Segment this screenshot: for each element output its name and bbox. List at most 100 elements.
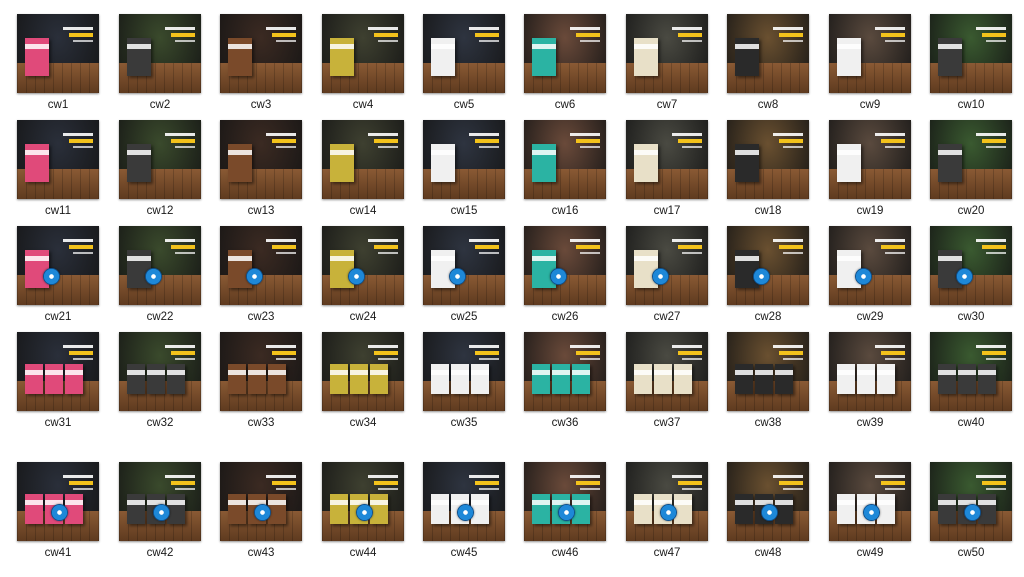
file-item[interactable]: cw7 [624, 14, 710, 114]
file-item[interactable]: cw33 [218, 332, 304, 432]
file-item[interactable]: cw47 [624, 462, 710, 562]
file-item[interactable]: cw19 [827, 120, 913, 220]
image-thumbnail[interactable] [524, 120, 606, 199]
image-thumbnail[interactable] [524, 332, 606, 411]
image-thumbnail[interactable] [626, 462, 708, 541]
image-thumbnail[interactable] [930, 120, 1012, 199]
file-item[interactable]: cw50 [928, 462, 1014, 562]
image-thumbnail[interactable] [829, 462, 911, 541]
image-thumbnail[interactable] [423, 462, 505, 541]
image-thumbnail[interactable] [119, 462, 201, 541]
file-item[interactable]: cw32 [117, 332, 203, 432]
image-thumbnail[interactable] [626, 14, 708, 93]
file-item[interactable]: cw49 [827, 462, 913, 562]
file-item[interactable]: cw28 [725, 226, 811, 326]
file-item[interactable]: cw8 [725, 14, 811, 114]
image-thumbnail[interactable] [829, 14, 911, 93]
image-thumbnail[interactable] [322, 14, 404, 93]
image-thumbnail[interactable] [626, 332, 708, 411]
file-item[interactable]: cw45 [421, 462, 507, 562]
file-item[interactable]: cw14 [320, 120, 406, 220]
file-item[interactable]: cw2 [117, 14, 203, 114]
file-item[interactable]: cw13 [218, 120, 304, 220]
image-thumbnail[interactable] [626, 226, 708, 305]
file-item[interactable]: cw37 [624, 332, 710, 432]
image-thumbnail[interactable] [423, 226, 505, 305]
image-thumbnail[interactable] [423, 332, 505, 411]
image-thumbnail[interactable] [930, 226, 1012, 305]
image-thumbnail[interactable] [829, 226, 911, 305]
image-thumbnail[interactable] [727, 462, 809, 541]
image-thumbnail[interactable] [524, 226, 606, 305]
file-item[interactable]: cw41 [15, 462, 101, 562]
image-thumbnail[interactable] [17, 332, 99, 411]
image-thumbnail[interactable] [17, 226, 99, 305]
file-item[interactable]: cw1 [15, 14, 101, 114]
image-thumbnail[interactable] [220, 120, 302, 199]
file-item[interactable]: cw36 [522, 332, 608, 432]
image-thumbnail[interactable] [930, 14, 1012, 93]
file-item[interactable]: cw44 [320, 462, 406, 562]
image-thumbnail[interactable] [727, 332, 809, 411]
image-thumbnail[interactable] [119, 332, 201, 411]
file-item[interactable]: cw27 [624, 226, 710, 326]
image-thumbnail[interactable] [17, 120, 99, 199]
image-thumbnail[interactable] [829, 120, 911, 199]
file-item[interactable]: cw20 [928, 120, 1014, 220]
image-thumbnail[interactable] [727, 120, 809, 199]
image-thumbnail[interactable] [220, 332, 302, 411]
image-thumbnail[interactable] [220, 462, 302, 541]
file-item[interactable]: cw26 [522, 226, 608, 326]
image-thumbnail[interactable] [17, 462, 99, 541]
file-item[interactable]: cw34 [320, 332, 406, 432]
image-thumbnail[interactable] [220, 226, 302, 305]
file-item[interactable]: cw40 [928, 332, 1014, 432]
file-item[interactable]: cw38 [725, 332, 811, 432]
image-thumbnail[interactable] [119, 226, 201, 305]
file-item[interactable]: cw39 [827, 332, 913, 432]
file-item[interactable]: cw9 [827, 14, 913, 114]
image-thumbnail[interactable] [524, 462, 606, 541]
image-thumbnail[interactable] [322, 120, 404, 199]
image-thumbnail[interactable] [119, 120, 201, 199]
file-item[interactable]: cw48 [725, 462, 811, 562]
image-thumbnail[interactable] [322, 332, 404, 411]
file-item[interactable]: cw6 [522, 14, 608, 114]
file-item[interactable]: cw12 [117, 120, 203, 220]
file-item[interactable]: cw42 [117, 462, 203, 562]
file-item[interactable]: cw3 [218, 14, 304, 114]
image-thumbnail[interactable] [626, 120, 708, 199]
file-item[interactable]: cw4 [320, 14, 406, 114]
file-item[interactable]: cw11 [15, 120, 101, 220]
file-item[interactable]: cw22 [117, 226, 203, 326]
image-thumbnail[interactable] [423, 14, 505, 93]
file-item[interactable]: cw35 [421, 332, 507, 432]
file-item[interactable]: cw5 [421, 14, 507, 114]
file-item[interactable]: cw31 [15, 332, 101, 432]
image-thumbnail[interactable] [930, 332, 1012, 411]
file-item[interactable]: cw30 [928, 226, 1014, 326]
image-thumbnail[interactable] [829, 332, 911, 411]
file-item[interactable]: cw17 [624, 120, 710, 220]
file-item[interactable]: cw16 [522, 120, 608, 220]
file-item[interactable]: cw43 [218, 462, 304, 562]
image-thumbnail[interactable] [727, 14, 809, 93]
image-thumbnail[interactable] [423, 120, 505, 199]
image-thumbnail[interactable] [119, 14, 201, 93]
image-thumbnail[interactable] [727, 226, 809, 305]
image-thumbnail[interactable] [17, 14, 99, 93]
file-item[interactable]: cw21 [15, 226, 101, 326]
file-item[interactable]: cw25 [421, 226, 507, 326]
image-thumbnail[interactable] [220, 14, 302, 93]
file-item[interactable]: cw15 [421, 120, 507, 220]
file-item[interactable]: cw46 [522, 462, 608, 562]
file-item[interactable]: cw18 [725, 120, 811, 220]
file-item[interactable]: cw29 [827, 226, 913, 326]
image-thumbnail[interactable] [524, 14, 606, 93]
file-item[interactable]: cw23 [218, 226, 304, 326]
image-thumbnail[interactable] [930, 462, 1012, 541]
file-item[interactable]: cw10 [928, 14, 1014, 114]
image-thumbnail[interactable] [322, 462, 404, 541]
image-thumbnail[interactable] [322, 226, 404, 305]
file-item[interactable]: cw24 [320, 226, 406, 326]
